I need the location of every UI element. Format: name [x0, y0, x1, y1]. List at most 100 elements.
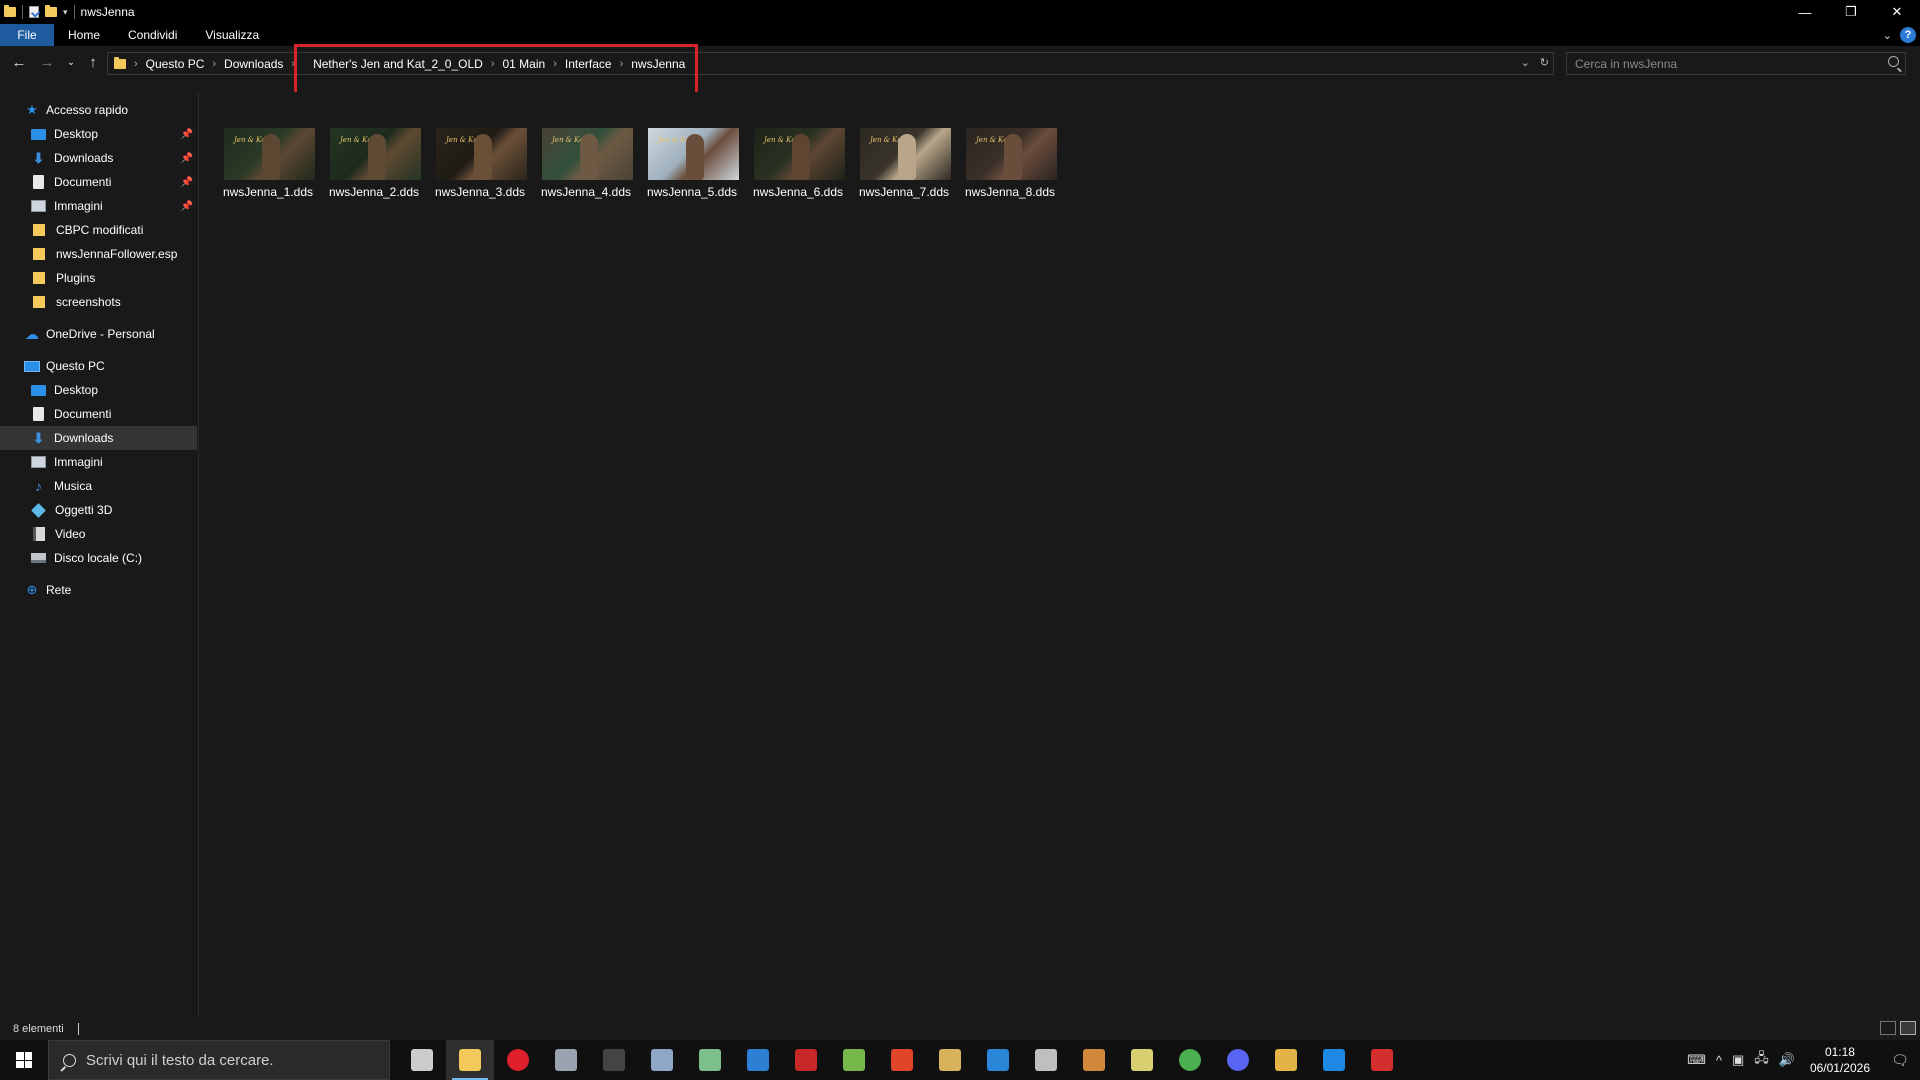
help-icon[interactable]: ?	[1900, 27, 1916, 43]
sidebar-item-cbpc[interactable]: CBPC modificati	[0, 218, 197, 242]
sidebar-item-downloads[interactable]: ⬇ Downloads 📌	[0, 146, 197, 170]
search-input[interactable]: Cerca in nwsJenna	[1566, 52, 1906, 75]
taskbar-app-discord[interactable]	[1214, 1040, 1262, 1080]
taskbar-app-app-9[interactable]	[830, 1040, 878, 1080]
breadcrumb-this-pc[interactable]: Questo PC	[140, 57, 211, 71]
sidebar-item-pc-downloads[interactable]: ⬇ Downloads	[0, 426, 197, 450]
folder-icon	[33, 224, 45, 236]
back-arrow-icon[interactable]: ←	[10, 54, 28, 71]
file-item[interactable]: Jen & Kat nwsJenna_7.dds	[854, 128, 954, 206]
downloads-icon: ⬇	[32, 429, 45, 446]
file-name: nwsJenna_1.dds	[222, 185, 314, 199]
file-thumbnail: Jen & Kat	[330, 128, 421, 180]
refresh-icon[interactable]: ↻	[1540, 56, 1549, 69]
sidebar-item-plugins[interactable]: Plugins	[0, 266, 197, 290]
taskbar-app-app-13[interactable]	[1022, 1040, 1070, 1080]
keyboard-icon[interactable]: ⌨	[1687, 1052, 1706, 1068]
notifications-icon[interactable]: 🗨	[1880, 1040, 1920, 1080]
file-item[interactable]: Jen & Kat nwsJenna_5.dds	[642, 128, 742, 206]
sidebar-item-onedrive[interactable]: ☁ OneDrive - Personal	[0, 322, 197, 346]
sidebar-item-network[interactable]: ⊕ Rete	[0, 578, 197, 602]
start-button[interactable]	[0, 1040, 48, 1080]
taskbar-app-app-12[interactable]	[974, 1040, 1022, 1080]
file-item[interactable]: Jen & Kat nwsJenna_4.dds	[536, 128, 636, 206]
taskbar-search[interactable]: Scrivi qui il testo da cercare.	[48, 1040, 390, 1080]
sidebar-item-pc-3d-objects[interactable]: Oggetti 3D	[0, 498, 197, 522]
up-arrow-icon[interactable]: ↑	[84, 54, 102, 71]
taskbar-app-file-explorer[interactable]	[446, 1040, 494, 1080]
taskbar-app-app-19[interactable]	[1310, 1040, 1358, 1080]
forward-arrow-icon[interactable]: →	[38, 54, 56, 71]
app-13-icon	[1035, 1049, 1057, 1071]
sidebar-item-pc-video[interactable]: Video	[0, 522, 197, 546]
pin-icon: 📌	[180, 152, 193, 164]
file-thumbnail: Jen & Kat	[754, 128, 845, 180]
file-item[interactable]: Jen & Kat nwsJenna_3.dds	[430, 128, 530, 206]
file-item[interactable]: Jen & Kat nwsJenna_1.dds	[218, 128, 318, 206]
sidebar-item-nwsjennafollower[interactable]: nwsJennaFollower.esp	[0, 242, 197, 266]
taskbar-app-chrome[interactable]	[1166, 1040, 1214, 1080]
taskbar-app-app-11[interactable]	[926, 1040, 974, 1080]
properties-icon[interactable]	[29, 6, 39, 18]
meet-icon[interactable]: ▣	[1732, 1052, 1744, 1068]
show-hidden-icons-icon[interactable]: ^	[1716, 1053, 1722, 1068]
new-folder-icon[interactable]	[45, 5, 57, 17]
file-item[interactable]: Jen & Kat nwsJenna_6.dds	[748, 128, 848, 206]
taskbar-app-app-4[interactable]	[590, 1040, 638, 1080]
details-view-icon[interactable]	[1880, 1021, 1896, 1035]
computer-icon	[24, 360, 40, 372]
taskbar-app-app-15[interactable]	[1118, 1040, 1166, 1080]
recent-locations-icon[interactable]: ⌄	[62, 57, 80, 68]
large-icons-view-icon[interactable]	[1900, 1021, 1916, 1035]
expand-ribbon-icon[interactable]: ⌄	[1883, 29, 1892, 42]
app-11-icon	[939, 1049, 961, 1071]
taskbar-app-app-5[interactable]	[638, 1040, 686, 1080]
taskbar-app-app-14[interactable]	[1070, 1040, 1118, 1080]
taskbar-app-app-3[interactable]	[542, 1040, 590, 1080]
pin-icon: 📌	[180, 200, 193, 212]
app-15-icon	[1131, 1049, 1153, 1071]
tab-file[interactable]: File	[0, 24, 54, 46]
sidebar-item-pc-local-disk[interactable]: Disco locale (C:)	[0, 546, 197, 570]
close-button[interactable]: ✕	[1874, 0, 1920, 24]
sidebar-item-pc-pictures[interactable]: Immagini	[0, 450, 197, 474]
title-bar: ▾ nwsJenna — ❐ ✕	[0, 0, 1920, 24]
taskbar: Scrivi qui il testo da cercare. ⌨ ^ ▣ 🖧 …	[0, 1040, 1920, 1080]
taskbar-app-app-10[interactable]	[878, 1040, 926, 1080]
file-item[interactable]: Jen & Kat nwsJenna_8.dds	[960, 128, 1060, 206]
tab-view[interactable]: Visualizza	[191, 24, 273, 46]
customize-toolbar-icon[interactable]: ▾	[63, 7, 68, 18]
tab-share[interactable]: Condividi	[114, 24, 191, 46]
taskbar-app-opera[interactable]	[494, 1040, 542, 1080]
app-8-icon	[795, 1049, 817, 1071]
sidebar-item-screenshots[interactable]: screenshots	[0, 290, 197, 314]
taskbar-app-app-6[interactable]	[686, 1040, 734, 1080]
sidebar-item-pc-music[interactable]: ♪ Musica	[0, 474, 197, 498]
taskbar-app-app-20[interactable]	[1358, 1040, 1406, 1080]
sidebar-item-pc-documents[interactable]: Documenti	[0, 402, 197, 426]
breadcrumb-downloads[interactable]: Downloads	[218, 57, 289, 71]
volume-icon[interactable]: 🔊	[1779, 1052, 1795, 1068]
taskbar-app-app-7[interactable]	[734, 1040, 782, 1080]
clock[interactable]: 01:18 06/01/2026	[1810, 1044, 1870, 1076]
taskbar-app-app-8[interactable]	[782, 1040, 830, 1080]
minimize-button[interactable]: —	[1782, 0, 1828, 24]
search-icon	[63, 1053, 76, 1067]
sidebar-item-pictures[interactable]: Immagini 📌	[0, 194, 197, 218]
address-history-icon[interactable]: ⌄	[1521, 56, 1530, 69]
sidebar-item-quick-access[interactable]: ★ Accesso rapido	[0, 98, 197, 122]
discord-icon	[1227, 1049, 1249, 1071]
tab-home[interactable]: Home	[54, 24, 114, 46]
taskbar-app-task-view[interactable]	[398, 1040, 446, 1080]
task-view-icon	[411, 1049, 433, 1071]
taskbar-app-app-18[interactable]	[1262, 1040, 1310, 1080]
network-tray-icon[interactable]: 🖧	[1754, 1049, 1769, 1071]
sidebar-item-pc-desktop[interactable]: Desktop	[0, 378, 197, 402]
file-thumbnail: Jen & Kat	[966, 128, 1057, 180]
sidebar-item-this-pc[interactable]: Questo PC	[0, 354, 197, 378]
video-icon	[33, 527, 45, 541]
sidebar-item-documents[interactable]: Documenti 📌	[0, 170, 197, 194]
sidebar-item-desktop[interactable]: Desktop 📌	[0, 122, 197, 146]
file-item[interactable]: Jen & Kat nwsJenna_2.dds	[324, 128, 424, 206]
maximize-button[interactable]: ❐	[1828, 0, 1874, 24]
